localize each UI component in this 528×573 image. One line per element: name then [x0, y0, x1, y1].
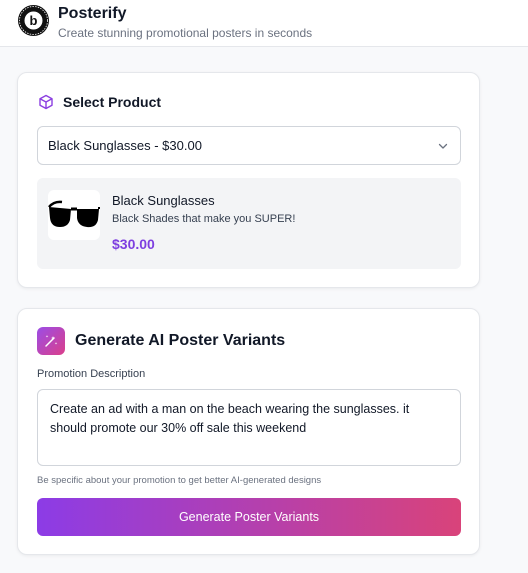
cube-icon — [39, 94, 53, 110]
select-product-header: Select Product — [38, 94, 161, 110]
app-title: Posterify — [58, 5, 127, 22]
product-preview: Black Sunglasses Black Shades that make … — [37, 178, 461, 269]
generate-header: Generate AI Poster Variants — [37, 327, 285, 355]
generate-poster-variants-button[interactable]: Generate Poster Variants — [37, 498, 461, 536]
magic-wand-icon — [37, 327, 65, 355]
sunglasses-image — [48, 190, 100, 240]
select-product-card: Select Product Black Sunglasses - $30.00… — [17, 72, 480, 288]
logo-letter: b — [30, 13, 38, 28]
promotion-description-input[interactable]: Create an ad with a man on the beach wea… — [37, 389, 461, 466]
chevron-down-icon — [438, 143, 448, 149]
product-description: Black Shades that make you SUPER! — [112, 213, 296, 225]
promotion-description-label: Promotion Description — [37, 368, 146, 380]
posterify-logo-icon[interactable]: b — [18, 5, 49, 36]
product-select[interactable]: Black Sunglasses - $30.00 — [37, 126, 461, 165]
app-subtitle: Create stunning promotional posters in s… — [58, 26, 313, 40]
product-name: Black Sunglasses — [112, 193, 215, 208]
product-select-value: Black Sunglasses - $30.00 — [48, 138, 202, 153]
product-price: $30.00 — [112, 236, 155, 252]
generate-variants-card: Generate AI Poster Variants Promotion De… — [17, 308, 480, 555]
generate-title: Generate AI Poster Variants — [75, 332, 286, 349]
promotion-hint: Be specific about your promotion to get … — [37, 475, 322, 486]
app-header: b Posterify Create stunning promotional … — [0, 0, 528, 47]
select-product-title: Select Product — [63, 94, 162, 110]
